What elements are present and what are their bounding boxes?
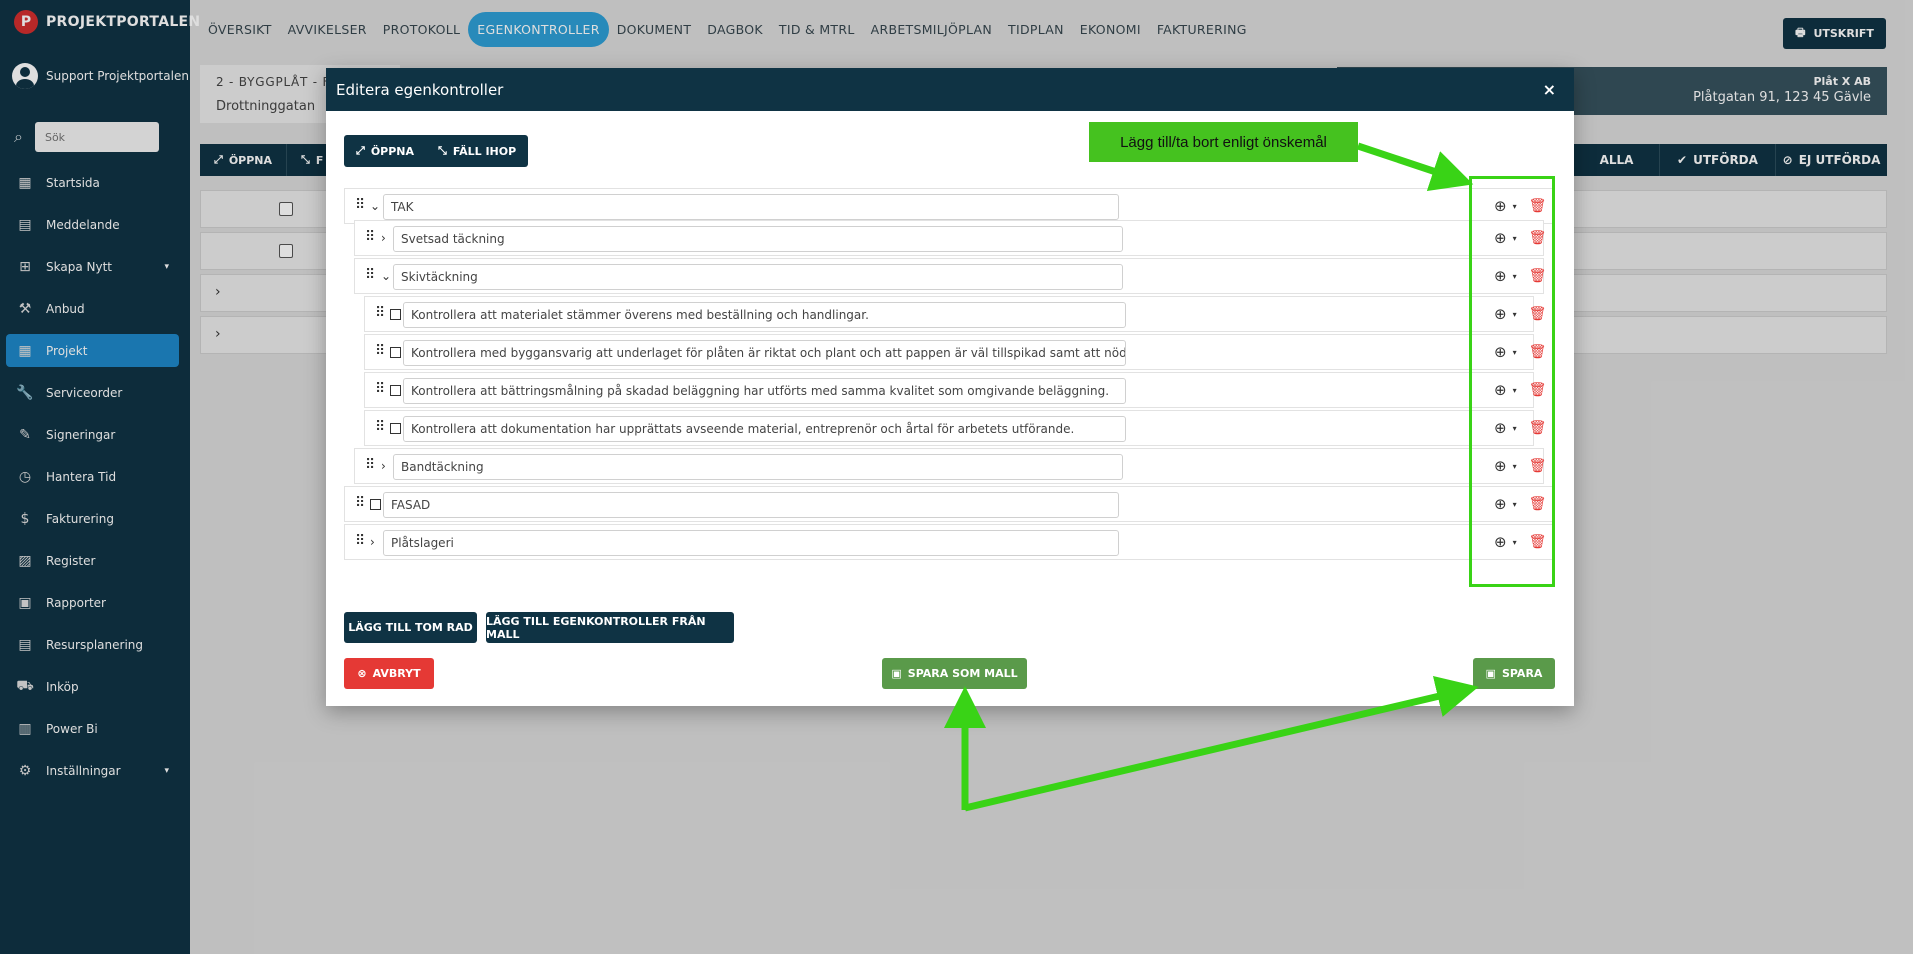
arrow-to-actions — [1356, 142, 1474, 192]
arrow-to-save — [964, 675, 1479, 812]
annotation-arrows — [944, 142, 1479, 812]
